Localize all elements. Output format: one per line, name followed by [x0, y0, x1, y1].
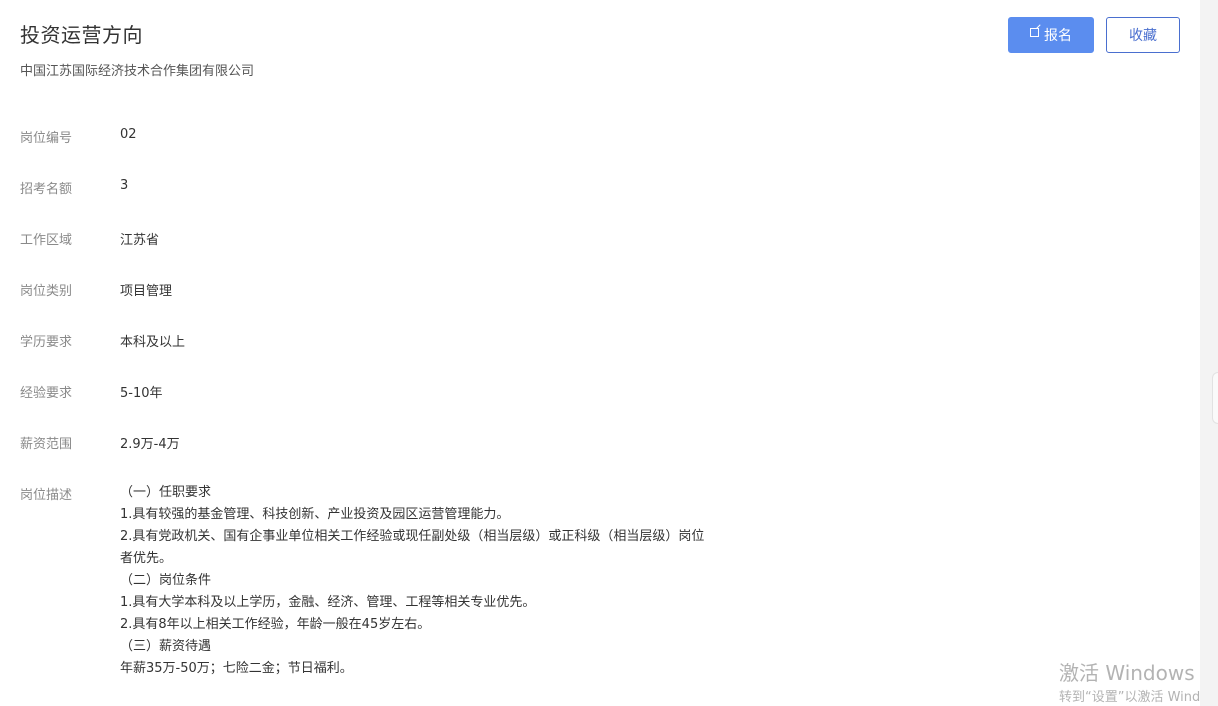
detail-value-work-region: 江苏省: [120, 233, 160, 248]
detail-label-description: 岗位描述: [20, 488, 73, 503]
job-title: 投资运营方向: [20, 23, 143, 47]
external-link-icon: [1030, 27, 1039, 37]
description-line: 2.具有8年以上相关工作经验，年龄一般在45岁左右。: [120, 617, 431, 632]
detail-label-experience: 经验要求: [20, 386, 73, 401]
windows-activation-subtitle: 转到“设置”以激活 Wind: [1059, 690, 1201, 705]
company-name: 中国江苏国际经济技术合作集团有限公司: [20, 64, 255, 79]
page-scroll-gutter: [1200, 0, 1218, 706]
description-line: 年薪35万-50万；七险二金；节日福利。: [120, 661, 353, 676]
detail-value-salary: 2.9万-4万: [120, 437, 180, 452]
description-line: 1.具有大学本科及以上学历，金融、经济、管理、工程等相关专业优先。: [120, 595, 536, 610]
description-line: 2.具有党政机关、国有企事业单位相关工作经验或现任副处级（相当层级）或正科级（相…: [120, 529, 705, 544]
job-detail-panel: 投资运营方向 中国江苏国际经济技术合作集团有限公司 报名 收藏 岗位编号 02 …: [0, 0, 1200, 706]
job-description: （一）任职要求 1.具有较强的基金管理、科技创新、产业投资及园区运营管理能力。 …: [120, 482, 760, 680]
detail-value-category: 项目管理: [120, 284, 173, 299]
description-line: （三）薪资待遇: [120, 639, 212, 654]
windows-activation-title: 激活 Windows: [1059, 661, 1195, 685]
detail-value-position-code: 02: [120, 127, 137, 142]
detail-label-salary: 薪资范围: [20, 437, 73, 452]
detail-value-headcount: 3: [120, 178, 129, 193]
description-line: （二）岗位条件: [120, 573, 212, 588]
favorite-button[interactable]: 收藏: [1106, 17, 1180, 53]
detail-label-category: 岗位类别: [20, 284, 73, 299]
description-line: 1.具有较强的基金管理、科技创新、产业投资及园区运营管理能力。: [120, 507, 510, 522]
detail-value-education: 本科及以上: [120, 335, 186, 350]
detail-value-experience: 5-10年: [120, 386, 163, 401]
apply-button-label: 报名: [1044, 28, 1072, 44]
detail-label-position-code: 岗位编号: [20, 131, 73, 146]
detail-label-education: 学历要求: [20, 335, 73, 350]
description-line: （一）任职要求: [120, 485, 212, 500]
apply-button[interactable]: 报名: [1008, 17, 1094, 53]
description-line: 者优先。: [120, 551, 173, 566]
detail-label-headcount: 招考名额: [20, 182, 73, 197]
detail-label-work-region: 工作区域: [20, 233, 73, 248]
side-float-tab[interactable]: [1212, 372, 1218, 424]
